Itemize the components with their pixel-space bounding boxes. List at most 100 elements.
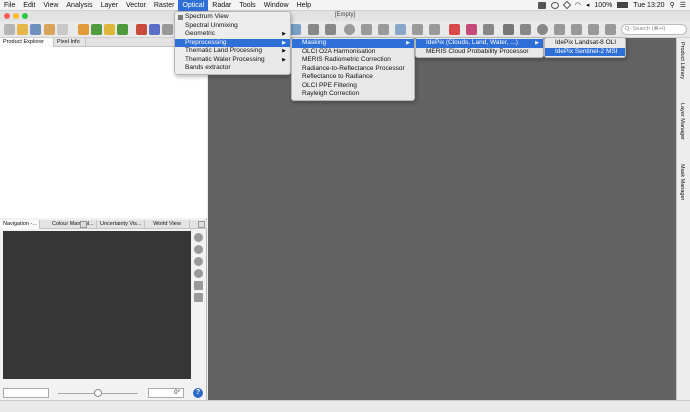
navigation-view[interactable] bbox=[3, 231, 191, 379]
masking-submenu: IdePix (Clouds, Land, Water, ...) ▶ MERIS… bbox=[415, 37, 544, 58]
gcp-icon[interactable] bbox=[395, 24, 406, 35]
zoom-slider-handle[interactable] bbox=[94, 389, 102, 397]
draw-line-tool-icon[interactable] bbox=[571, 24, 582, 35]
menu-item-meris-radiometric[interactable]: MERIS Radiometric Correction bbox=[292, 56, 414, 65]
menu-file[interactable]: File bbox=[0, 0, 19, 11]
scatter-plot-icon[interactable] bbox=[162, 24, 173, 35]
pin-tool-icon[interactable] bbox=[554, 24, 565, 35]
time-series-icon[interactable] bbox=[378, 24, 389, 35]
zoom-in-icon[interactable] bbox=[194, 233, 203, 242]
tab-mask-manager[interactable]: Mask Manager bbox=[679, 164, 685, 200]
battery-percent[interactable]: 100% bbox=[594, 2, 612, 9]
toolbar: Q- Search (⌘+I) bbox=[0, 21, 690, 38]
menu-item-olci-o2a[interactable]: OLCI O2A Harmonisation bbox=[292, 48, 414, 57]
pixel-info-icon[interactable] bbox=[429, 24, 440, 35]
image-view-area[interactable] bbox=[208, 38, 676, 400]
zoom-tool-icon[interactable] bbox=[537, 24, 548, 35]
information-icon[interactable] bbox=[117, 24, 128, 35]
filtered-band-icon[interactable] bbox=[91, 24, 102, 35]
open-product-icon[interactable] bbox=[17, 24, 28, 35]
tab-uncertainty-visualisation[interactable]: Uncertainty Vis... bbox=[97, 220, 145, 229]
layer-tool-icon[interactable] bbox=[483, 24, 494, 35]
menu-window[interactable]: Window bbox=[260, 0, 293, 11]
zoom-pixel-icon[interactable] bbox=[194, 257, 203, 266]
menu-item-spectral-unmixing[interactable]: Spectral Unmixing bbox=[175, 22, 290, 31]
new-product-icon[interactable] bbox=[4, 24, 15, 35]
menu-analysis[interactable]: Analysis bbox=[62, 0, 96, 11]
close-tab-icon[interactable] bbox=[80, 221, 87, 228]
save-product-icon[interactable] bbox=[30, 24, 41, 35]
tab-navigation[interactable]: Navigation -... bbox=[0, 220, 40, 229]
optical-menu: Spectrum View Spectral Unmixing Geometri… bbox=[174, 11, 291, 75]
help-icon[interactable]: ? bbox=[193, 388, 203, 398]
menu-item-meris-cloud-probability[interactable]: MERIS Cloud Probability Processor bbox=[416, 48, 543, 57]
chevron-right-icon: ▶ bbox=[406, 40, 410, 46]
tab-pixel-info[interactable]: Pixel Info bbox=[54, 38, 86, 47]
zoom-out-icon[interactable] bbox=[194, 245, 203, 254]
menu-item-refl2rad[interactable]: Reflectance to Radiance bbox=[292, 73, 414, 82]
magic-wand-tool-icon[interactable] bbox=[605, 24, 616, 35]
band-maths-icon[interactable] bbox=[78, 24, 89, 35]
geo-coding-icon[interactable] bbox=[104, 24, 115, 35]
volume-icon[interactable]: ◂ bbox=[586, 1, 590, 9]
menu-layer[interactable]: Layer bbox=[96, 0, 122, 11]
pan-tool-icon[interactable] bbox=[520, 24, 531, 35]
clock[interactable]: Tue 13:20 bbox=[633, 2, 664, 9]
menu-item-bands-extractor[interactable]: Bands extractor bbox=[175, 64, 290, 73]
statistics-icon[interactable] bbox=[325, 24, 336, 35]
menu-item-olci-ppe[interactable]: OLCI PPE Filtering bbox=[292, 82, 414, 91]
sync-views-icon[interactable] bbox=[194, 281, 203, 290]
select-tool-icon[interactable] bbox=[503, 24, 514, 35]
menu-view[interactable]: View bbox=[39, 0, 62, 11]
menu-raster[interactable]: Raster bbox=[150, 0, 179, 11]
tab-colour-manipulation[interactable]: Colour Manipul... bbox=[49, 220, 97, 229]
preprocessing-submenu: Masking ▶ OLCI O2A Harmonisation MERIS Ra… bbox=[291, 37, 415, 101]
menu-item-idepix-sentinel2[interactable]: IdePix Sentinel-2 MSI bbox=[545, 47, 625, 56]
menu-item-idepix[interactable]: IdePix (Clouds, Land, Water, ...) ▶ bbox=[416, 39, 543, 48]
menu-vector[interactable]: Vector bbox=[122, 0, 150, 11]
menu-item-thematic-land[interactable]: Thematic Land Processing ▶ bbox=[175, 47, 290, 56]
menu-item-spectrum-view[interactable]: Spectrum View bbox=[175, 13, 290, 22]
spotlight-icon[interactable]: ⚲ bbox=[670, 1, 675, 9]
maximize-panel-icon[interactable] bbox=[198, 221, 205, 228]
bluetooth-icon[interactable] bbox=[562, 0, 572, 10]
gcp-manager-icon[interactable] bbox=[361, 24, 372, 35]
undo-icon[interactable] bbox=[44, 24, 55, 35]
sentinel-tool-icon[interactable] bbox=[449, 24, 460, 35]
menu-edit[interactable]: Edit bbox=[19, 0, 39, 11]
menu-tools[interactable]: Tools bbox=[235, 0, 259, 11]
zoom-factor-input[interactable] bbox=[3, 388, 49, 398]
menu-item-masking[interactable]: Masking ▶ bbox=[292, 39, 414, 48]
tab-layer-manager[interactable]: Layer Manager bbox=[679, 103, 685, 140]
tab-product-library[interactable]: Product Library bbox=[679, 42, 685, 79]
rgb-image-icon[interactable] bbox=[136, 24, 147, 35]
wifi-icon[interactable]: ◠ bbox=[575, 1, 581, 9]
menu-help[interactable]: Help bbox=[293, 0, 315, 11]
menu-item-idepix-landsat8[interactable]: IdePix Landsat-8 OLI bbox=[545, 39, 625, 48]
landsat-tool-icon[interactable] bbox=[466, 24, 477, 35]
menu-item-rad2refl[interactable]: Radiance-to-Reflectance Processor bbox=[292, 65, 414, 74]
menu-radar[interactable]: Radar bbox=[208, 0, 235, 11]
tab-world-view[interactable]: World View bbox=[145, 220, 190, 229]
draw-polygon-tool-icon[interactable] bbox=[588, 24, 599, 35]
tab-product-explorer[interactable]: Product Explorer bbox=[0, 38, 54, 47]
rotation-angle-input[interactable]: 0° bbox=[148, 388, 184, 398]
chevron-right-icon: ▶ bbox=[282, 48, 286, 54]
redo-icon[interactable] bbox=[57, 24, 68, 35]
menu-item-preprocessing[interactable]: Preprocessing ▶ bbox=[175, 38, 290, 47]
menu-item-rayleigh[interactable]: Rayleigh Correction bbox=[292, 90, 414, 99]
menu-item-thematic-water[interactable]: Thematic Water Processing ▶ bbox=[175, 56, 290, 65]
sync-cursor-icon[interactable] bbox=[194, 293, 203, 302]
status-icon[interactable] bbox=[537, 1, 546, 9]
notification-center-icon[interactable]: ☰ bbox=[680, 1, 686, 9]
time-machine-icon[interactable] bbox=[550, 1, 559, 9]
menu-optical[interactable]: Optical bbox=[178, 0, 209, 11]
world-map-icon[interactable] bbox=[412, 24, 423, 35]
histogram-icon[interactable] bbox=[149, 24, 160, 35]
zoom-all-icon[interactable] bbox=[194, 269, 203, 278]
pin-manager-icon[interactable] bbox=[344, 24, 355, 35]
search-input[interactable]: Q- Search (⌘+I) bbox=[621, 24, 687, 35]
spectrum-icon[interactable] bbox=[308, 24, 319, 35]
menu-item-geometric[interactable]: Geometric ▶ bbox=[175, 30, 290, 39]
profile-plot-icon[interactable] bbox=[290, 24, 301, 35]
